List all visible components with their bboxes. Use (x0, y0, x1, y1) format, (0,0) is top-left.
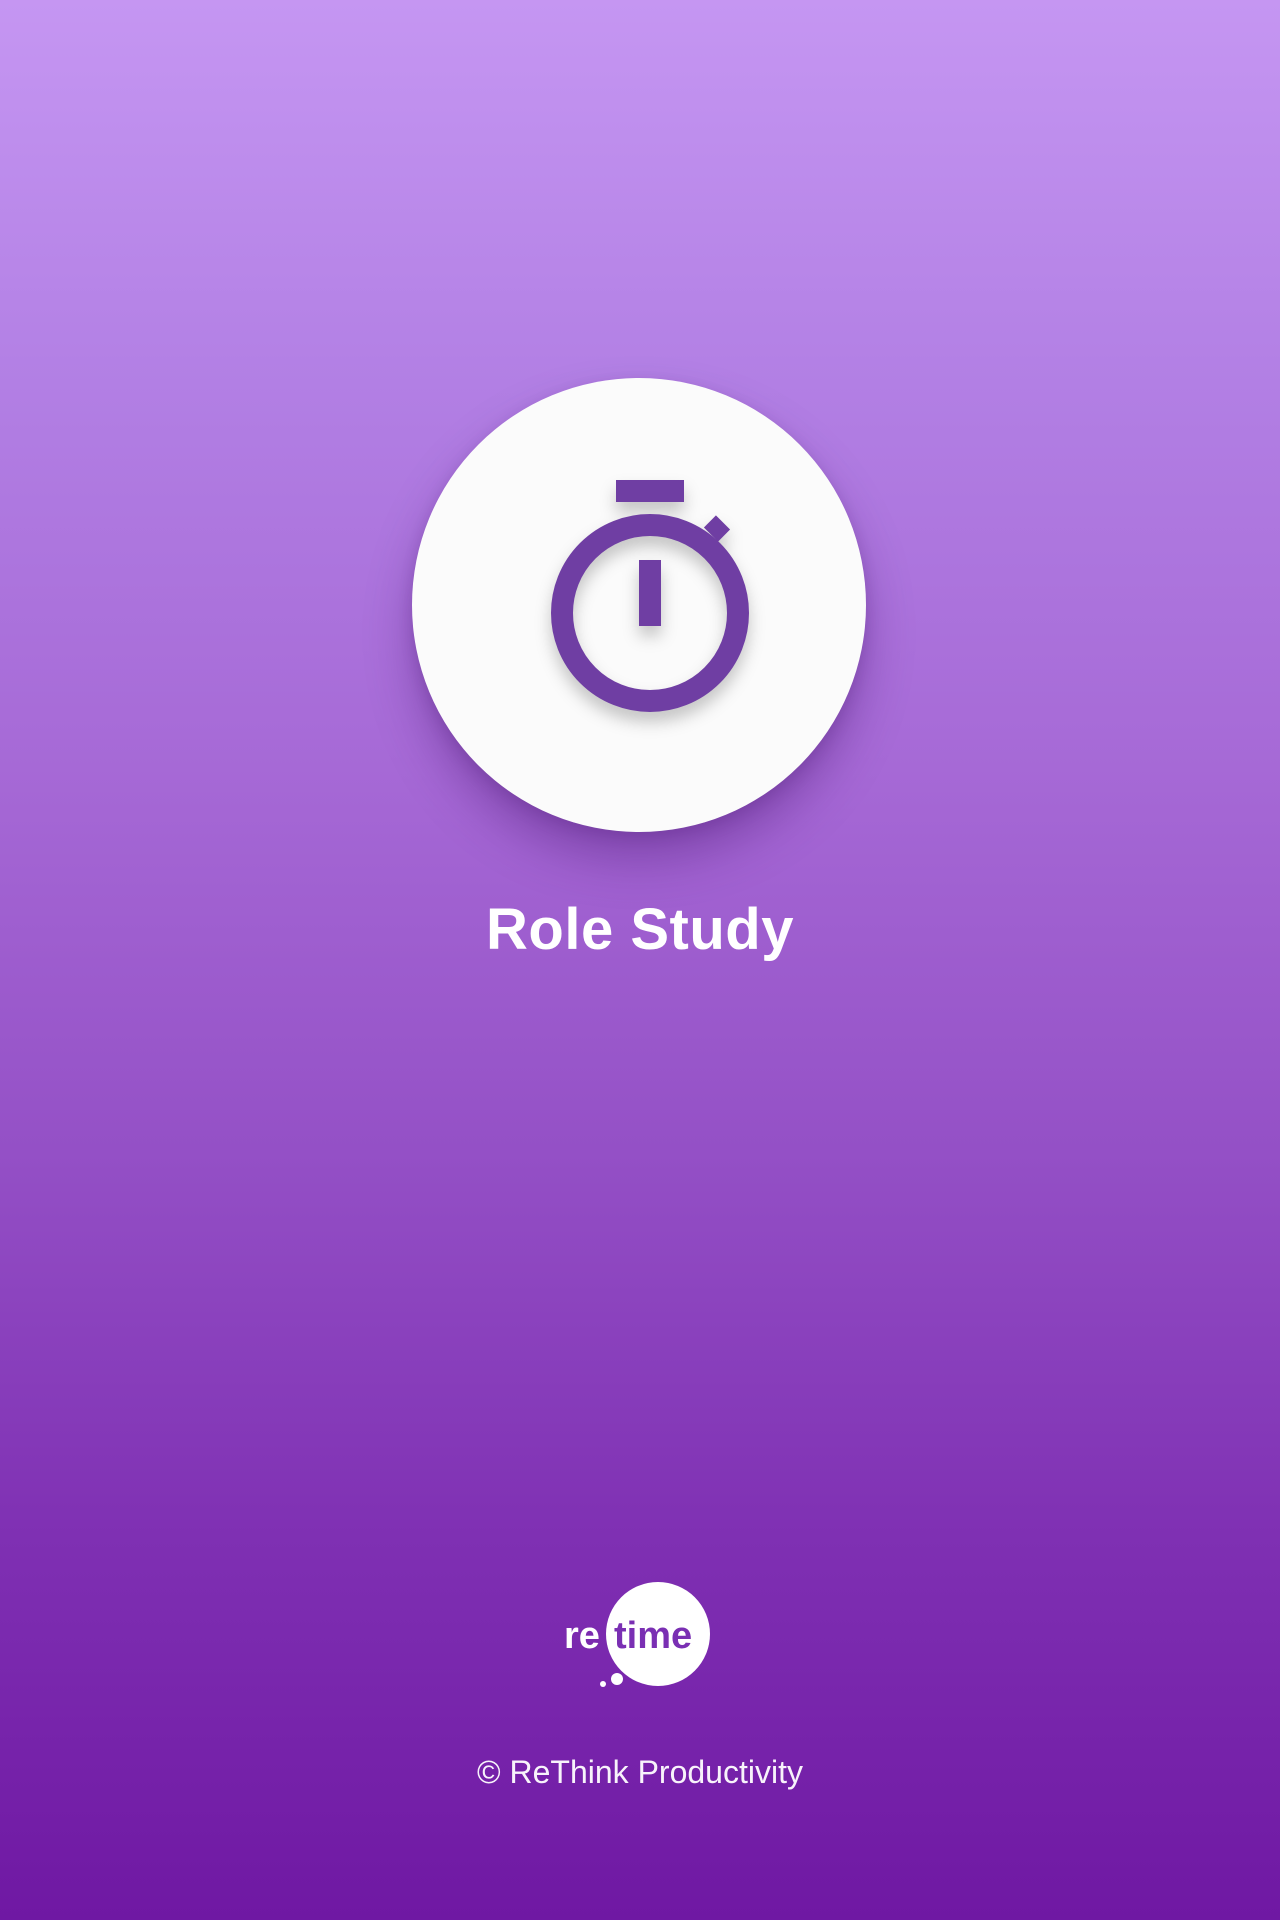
retime-logo: re time (564, 1582, 710, 1687)
app-title: Role Study (486, 897, 794, 962)
logo-text-re: re (564, 1615, 600, 1657)
logo-text-time: time (614, 1615, 692, 1657)
stopwatch-icon (551, 480, 749, 712)
copyright-text: © ReThink Productivity (477, 1754, 803, 1790)
app-icon-circle (412, 378, 866, 832)
splash-screen: Role Study re time © ReThink Productivit… (0, 0, 1280, 1920)
